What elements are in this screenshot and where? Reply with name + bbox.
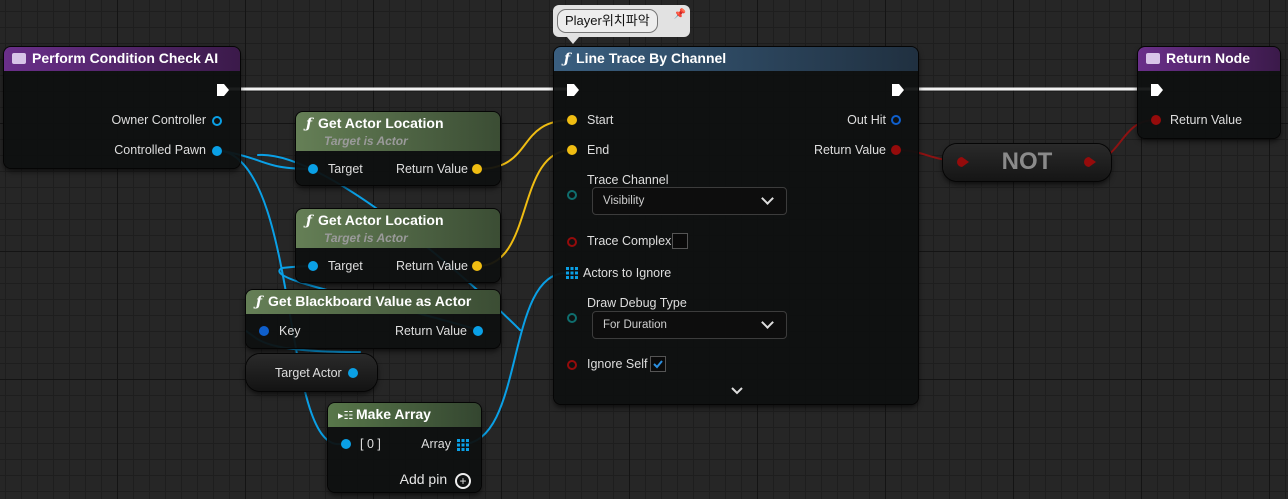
return-value-label: Return Value <box>394 324 467 338</box>
get-actor-location-subtitle: Target is Actor <box>324 134 408 148</box>
return-value-pin[interactable] <box>472 164 482 174</box>
function-icon: ƒ <box>256 294 263 310</box>
draw-debug-dropdown[interactable]: For Duration <box>592 311 787 339</box>
target-actor-variable-node[interactable]: Target Actor <box>246 354 377 391</box>
owner-controller-label: Owner Controller <box>111 113 206 127</box>
key-pin[interactable] <box>259 326 269 336</box>
draw-debug-label: Draw Debug Type <box>587 296 687 310</box>
trace-channel-label: Trace Channel <box>587 173 669 187</box>
add-pin-button[interactable]: Add pin + <box>400 471 471 489</box>
start-pin[interactable] <box>567 115 577 125</box>
event-icon <box>1146 53 1160 64</box>
out-hit-label: Out Hit <box>847 113 886 127</box>
draw-debug-value: For Duration <box>603 319 667 331</box>
get-actor-location-node[interactable]: ƒ Get Actor Location Target is Actor Targ… <box>296 112 500 185</box>
not-output-pin[interactable] <box>1083 156 1097 168</box>
exec-out-pin[interactable] <box>216 83 230 97</box>
target-label: Target <box>328 259 363 273</box>
start-label: Start <box>587 113 614 127</box>
return-node-title: Return Node <box>1166 50 1250 66</box>
return-value-label: Return Value <box>395 259 468 273</box>
get-blackboard-value-title: Get Blackboard Value as Actor <box>268 293 472 309</box>
trace-complex-pin[interactable] <box>567 237 577 247</box>
trace-channel-pin[interactable] <box>567 190 577 200</box>
target-actor-label: Target Actor <box>275 366 342 380</box>
perform-condition-node[interactable]: Perform Condition Check AI Owner Control… <box>4 47 240 168</box>
target-pin[interactable] <box>308 261 318 271</box>
target-pin[interactable] <box>308 164 318 174</box>
trace-complex-label: Trace Complex <box>587 234 672 248</box>
comment-text[interactable]: Player위치파악 <box>557 9 658 33</box>
function-icon: ƒ <box>306 213 313 229</box>
get-actor-location-subtitle: Target is Actor <box>324 231 408 245</box>
out-hit-pin[interactable] <box>891 115 901 125</box>
make-array-icon: ▸☷ <box>338 410 354 422</box>
exec-out-pin[interactable] <box>891 83 905 97</box>
line-trace-header[interactable]: ƒ Line Trace By Channel <box>554 47 918 71</box>
exec-in-pin[interactable] <box>1150 83 1164 97</box>
owner-controller-pin[interactable] <box>212 116 222 126</box>
add-pin-label: Add pin <box>399 471 448 487</box>
target-actor-pin[interactable] <box>348 368 358 378</box>
return-value-pin[interactable] <box>891 145 901 155</box>
get-actor-location-header[interactable]: ƒ Get Actor Location Target is Actor <box>296 112 500 151</box>
exec-in-pin[interactable] <box>566 83 580 97</box>
controlled-pawn-pin[interactable] <box>212 146 222 156</box>
comment-bubble[interactable]: Player위치파악 📌 <box>553 5 690 44</box>
chevron-down-icon <box>761 192 774 205</box>
function-icon: ƒ <box>306 116 313 132</box>
return-value-pin[interactable] <box>472 261 482 271</box>
array-grid-icon[interactable] <box>457 439 469 451</box>
return-value-label: Return Value <box>1170 113 1243 127</box>
make-array-header[interactable]: ▸☷ Make Array <box>328 403 481 427</box>
controlled-pawn-label: Controlled Pawn <box>114 143 206 157</box>
get-blackboard-value-header[interactable]: ƒ Get Blackboard Value as Actor <box>246 290 500 314</box>
pin-icon[interactable]: 📌 <box>674 9 686 20</box>
ignore-self-checkbox[interactable] <box>650 356 666 372</box>
return-value-pin[interactable] <box>1151 115 1161 125</box>
return-node[interactable]: Return Node Return Value <box>1138 47 1280 138</box>
end-pin[interactable] <box>567 145 577 155</box>
make-array-node[interactable]: ▸☷ Make Array [ 0 ] Array Add pin + <box>328 403 481 492</box>
ignore-self-pin[interactable] <box>567 360 577 370</box>
trace-complex-checkbox[interactable] <box>672 233 688 249</box>
actors-to-ignore-label: Actors to Ignore <box>583 266 672 280</box>
chevron-down-icon <box>761 316 774 329</box>
get-actor-location-node[interactable]: ƒ Get Actor Location Target is Actor Targ… <box>296 209 500 282</box>
perform-condition-header[interactable]: Perform Condition Check AI <box>4 47 240 71</box>
not-boolean-node[interactable]: NOT <box>943 144 1111 181</box>
event-icon <box>12 53 26 64</box>
return-value-label: Return Value <box>813 143 886 157</box>
function-icon: ƒ <box>564 51 571 67</box>
get-actor-location-title: Get Actor Location <box>318 115 444 131</box>
index0-pin[interactable] <box>341 439 351 449</box>
array-grid-icon[interactable] <box>566 267 578 279</box>
perform-condition-title: Perform Condition Check AI <box>32 50 219 66</box>
end-label: End <box>587 143 610 157</box>
make-array-title: Make Array <box>356 406 431 422</box>
array-label: Array <box>421 437 451 451</box>
draw-debug-pin[interactable] <box>567 313 577 323</box>
index0-label: [ 0 ] <box>360 437 381 451</box>
return-node-header[interactable]: Return Node <box>1138 47 1280 71</box>
plus-circle-icon: + <box>455 473 471 489</box>
line-trace-node[interactable]: ƒ Line Trace By Channel Start End Out Hit… <box>554 47 918 404</box>
get-actor-location-header[interactable]: ƒ Get Actor Location Target is Actor <box>296 209 500 248</box>
line-trace-title: Line Trace By Channel <box>576 50 727 66</box>
expand-chevron-icon[interactable] <box>731 387 743 395</box>
return-value-pin[interactable] <box>473 326 483 336</box>
trace-channel-value: Visibility <box>603 195 645 207</box>
ignore-self-label: Ignore Self <box>587 357 648 371</box>
key-label: Key <box>279 324 301 338</box>
return-value-label: Return Value <box>395 162 468 176</box>
get-blackboard-value-node[interactable]: ƒ Get Blackboard Value as Actor Key Retur… <box>246 290 500 348</box>
trace-channel-dropdown[interactable]: Visibility <box>592 187 787 215</box>
target-label: Target <box>328 162 363 176</box>
get-actor-location-title: Get Actor Location <box>318 212 444 228</box>
